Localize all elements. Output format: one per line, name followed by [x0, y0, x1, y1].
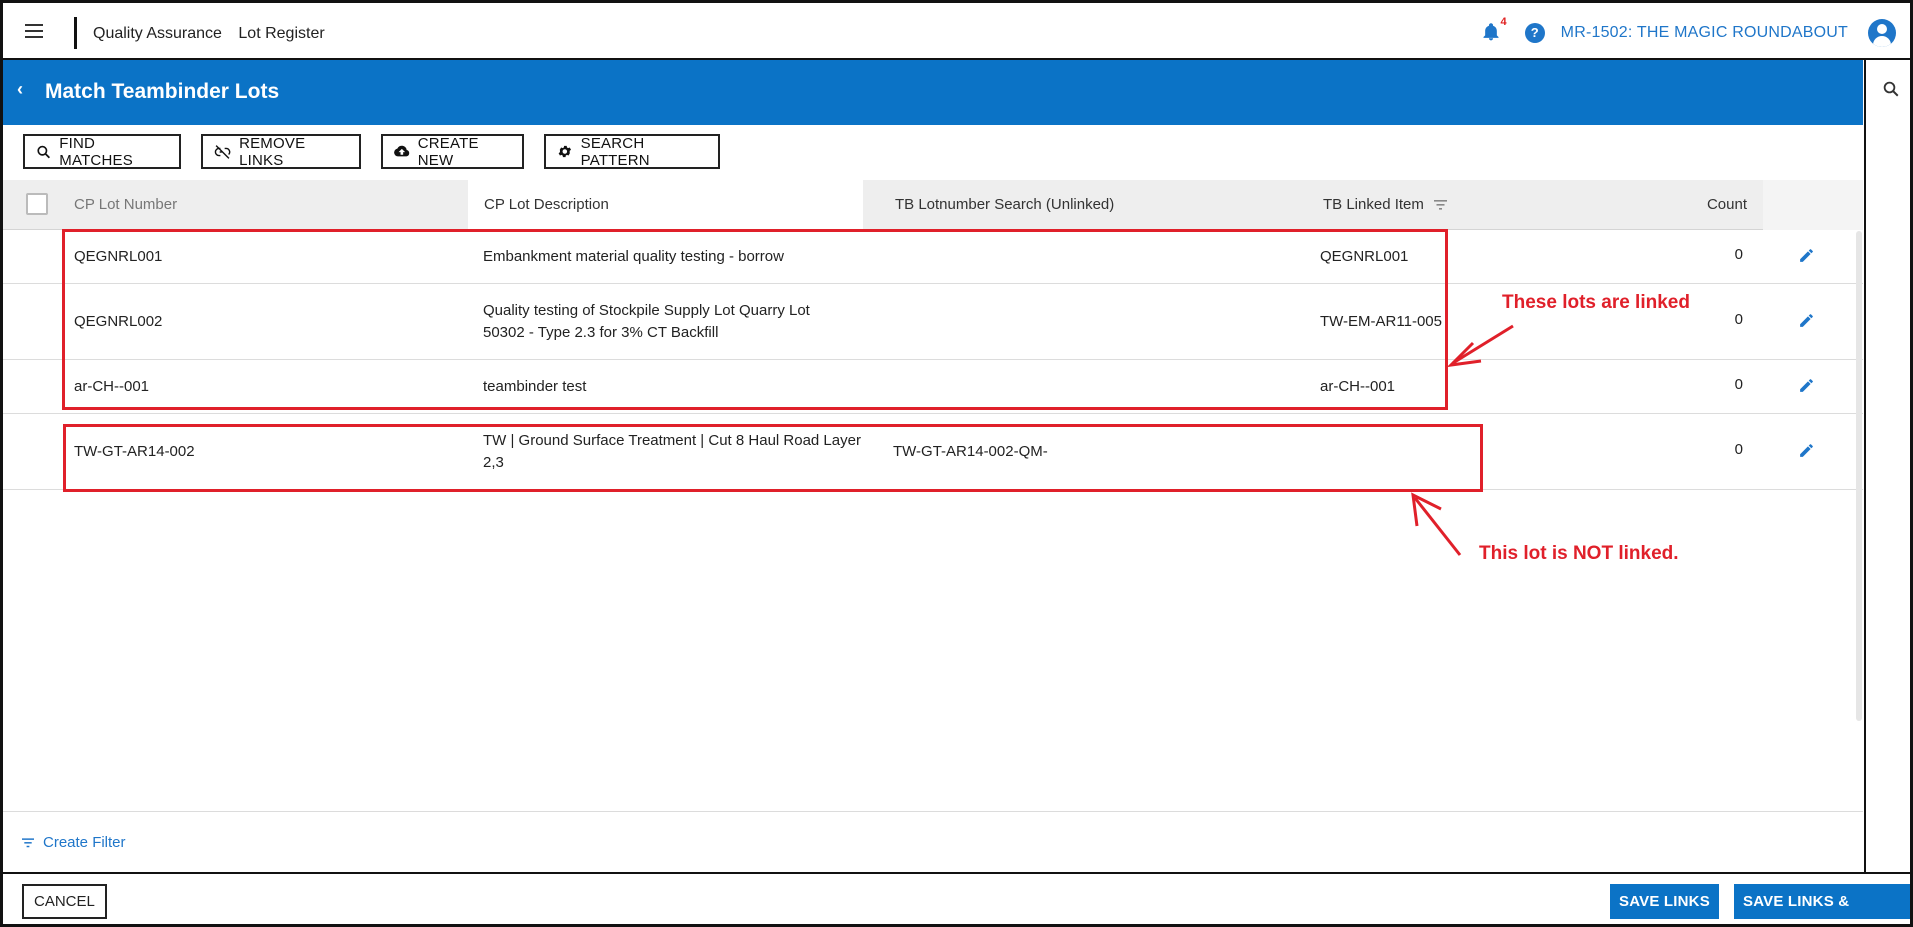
toolbar: FIND MATCHES REMOVE LINKS CREATE NEW SEA…: [23, 134, 740, 169]
col-count[interactable]: Count: [1703, 196, 1747, 213]
linked-lots-highlight: [62, 229, 1448, 410]
notification-badge: 4: [1500, 16, 1507, 28]
find-matches-label: FIND MATCHES: [59, 134, 133, 169]
save-links-button[interactable]: SAVE LINKS: [1610, 884, 1719, 919]
pencil-icon[interactable]: [1798, 247, 1815, 269]
find-matches-button[interactable]: FIND MATCHES: [23, 134, 181, 169]
create-new-button[interactable]: CREATE NEW: [381, 134, 524, 169]
select-all-checkbox[interactable]: [26, 193, 48, 215]
col-tb-linked-item-label: TB Linked Item: [1323, 196, 1424, 213]
link-off-icon: [214, 144, 231, 159]
chevron-left-icon[interactable]: ‹: [17, 79, 23, 100]
search-pattern-label: SEARCH PATTERN: [580, 134, 650, 169]
breadcrumb-quality-assurance[interactable]: Quality Assurance: [93, 25, 222, 42]
footer: CANCEL SAVE LINKS SAVE LINKS & CLOSE: [3, 872, 1910, 924]
cloud-upload-icon: [394, 145, 410, 157]
remove-links-button[interactable]: REMOVE LINKS: [201, 134, 361, 169]
search-pattern-button[interactable]: SEARCH PATTERN: [544, 134, 720, 169]
right-panel: [1864, 60, 1910, 873]
gear-icon: [558, 145, 572, 158]
col-cp-lot-number[interactable]: CP Lot Number: [74, 196, 177, 213]
breadcrumb-lot-register[interactable]: Lot Register: [238, 25, 324, 42]
search-icon: [37, 145, 51, 158]
pencil-icon[interactable]: [1798, 377, 1815, 399]
filter-icon: [22, 837, 34, 847]
top-right-actions: 4 ? MR-1502: THE MAGIC ROUNDABOUT: [1481, 16, 1896, 47]
divider: [74, 17, 77, 49]
count: 0: [1734, 376, 1743, 393]
search-icon[interactable]: [1882, 80, 1900, 103]
count: 0: [1734, 441, 1743, 458]
top-bar: Quality Assurance Lot Register 4 ? MR-15…: [3, 3, 1910, 60]
vertical-scrollbar[interactable]: [1856, 231, 1862, 721]
app-frame: Quality Assurance Lot Register 4 ? MR-15…: [0, 0, 1913, 927]
table-header: CP Lot Number CP Lot Description TB Lotn…: [3, 180, 1863, 230]
save-links-close-button[interactable]: SAVE LINKS & CLOSE: [1734, 884, 1910, 919]
remove-links-label: REMOVE LINKS: [239, 134, 306, 169]
edit-column-header: [1763, 180, 1863, 230]
pencil-icon[interactable]: [1798, 312, 1815, 334]
help-icon[interactable]: ?: [1524, 23, 1545, 43]
project-selector[interactable]: MR-1502: THE MAGIC ROUNDABOUT: [1561, 24, 1848, 42]
bell-icon[interactable]: 4: [1481, 16, 1507, 45]
arrow-to-not-linked: [1411, 492, 1462, 556]
avatar-icon[interactable]: [1868, 19, 1896, 47]
breadcrumb: Quality Assurance Lot Register: [93, 25, 325, 43]
divider: [3, 811, 1863, 812]
page-title: Match Teambinder Lots: [45, 80, 280, 103]
col-cp-lot-description[interactable]: CP Lot Description: [484, 196, 609, 213]
annotation-not-linked: This lot is NOT linked.: [1479, 543, 1679, 564]
count: 0: [1734, 246, 1743, 263]
create-filter-label: Create Filter: [43, 834, 126, 851]
count: 0: [1734, 311, 1743, 328]
cancel-button[interactable]: CANCEL: [22, 884, 107, 919]
col-tb-lotnumber-search[interactable]: TB Lotnumber Search (Unlinked): [895, 196, 1114, 213]
menu-icon[interactable]: [25, 24, 43, 38]
create-filter-link[interactable]: Create Filter: [22, 834, 126, 851]
unlinked-lot-highlight: [63, 424, 1483, 492]
pencil-icon[interactable]: [1798, 442, 1815, 464]
title-bar: ‹ Match Teambinder Lots: [3, 60, 1863, 125]
col-tb-linked-item[interactable]: TB Linked Item: [1323, 196, 1448, 213]
create-new-label: CREATE NEW: [417, 134, 479, 169]
filter-icon[interactable]: [1434, 200, 1448, 210]
annotation-linked: These lots are linked: [1502, 292, 1690, 313]
